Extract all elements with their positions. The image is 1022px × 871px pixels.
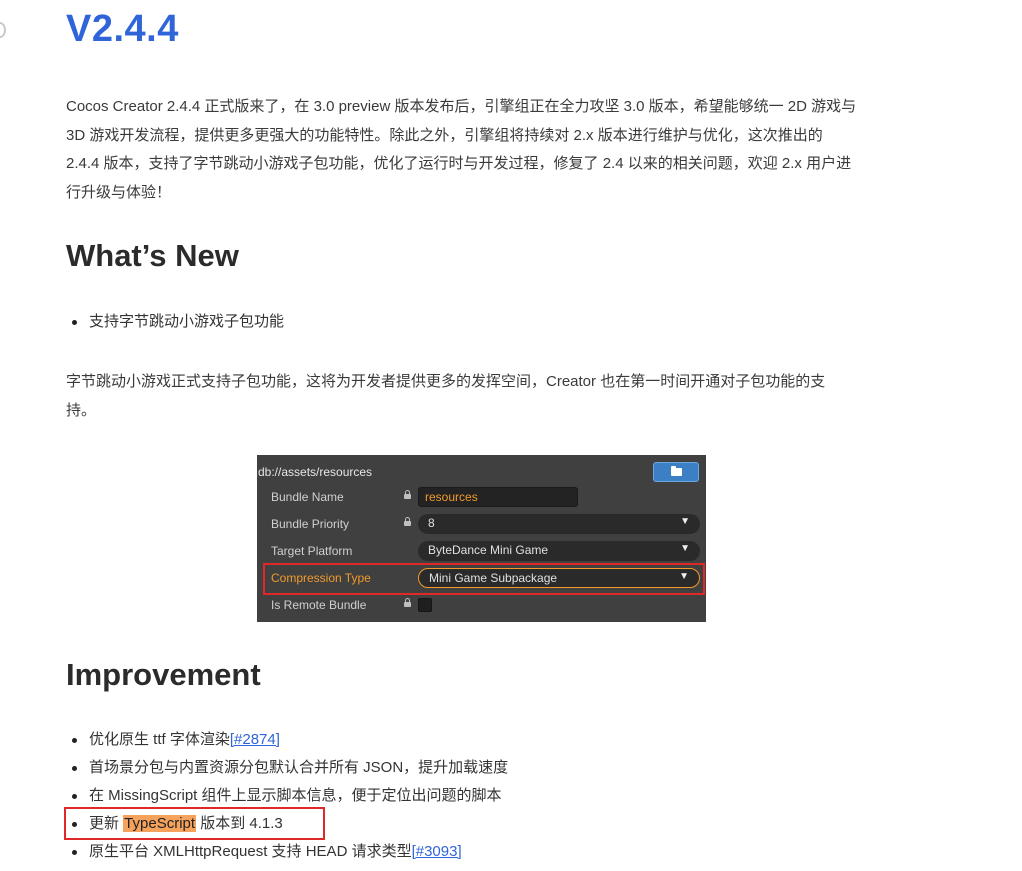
improvement-list: 优化原生 ttf 字体渲染[#2874] 首场景分包与内置资源分包默认合并所有 … (66, 726, 508, 866)
list-item: 支持字节跳动小游戏子包功能 (66, 308, 284, 336)
compression-type-select[interactable]: Mini Game Subpackage ▼ (418, 568, 700, 588)
select-value: ByteDance Mini Game (428, 543, 549, 557)
bundle-config-panel: db://assets/resources Bundle Name resour… (257, 455, 706, 622)
select-value: Mini Game Subpackage (429, 571, 558, 585)
row-bundle-priority: Bundle Priority 8 ▼ (257, 511, 706, 538)
target-platform-select[interactable]: ByteDance Mini Game ▼ (418, 541, 700, 561)
is-remote-bundle-label: Is Remote Bundle (271, 598, 367, 612)
whats-new-description: 字节跳动小游戏正式支持子包功能，这将为开发者提供更多的发挥空间，Creator … (66, 368, 825, 425)
compression-type-label: Compression Type (271, 571, 371, 585)
bundle-priority-select[interactable]: 8 ▼ (418, 514, 700, 534)
bundle-name-input[interactable]: resources (418, 487, 578, 507)
intro-paragraph: Cocos Creator 2.4.4 正式版来了，在 3.0 preview … (66, 93, 856, 207)
row-is-remote-bundle: Is Remote Bundle (257, 592, 706, 619)
item-text: 更新 (89, 815, 124, 832)
item-text: 原生平台 XMLHttpRequest 支持 HEAD 请求类型 (89, 843, 412, 860)
caret-down-icon: ▼ (679, 571, 689, 582)
list-item: 原生平台 XMLHttpRequest 支持 HEAD 请求类型[#3093] (66, 838, 508, 866)
issue-link[interactable]: [#2874] (230, 731, 280, 748)
improvement-heading: Improvement (66, 657, 261, 692)
target-platform-label: Target Platform (271, 544, 353, 558)
issue-link[interactable]: [#3093] (412, 843, 462, 860)
whats-new-heading: What’s New (66, 238, 239, 273)
page-title: V2.4.4 (66, 8, 179, 50)
intro-line: Cocos Creator 2.4.4 正式版来了，在 3.0 preview … (66, 98, 857, 115)
scroll-edge-icon (0, 22, 6, 38)
row-target-platform: Target Platform ByteDance Mini Game ▼ (257, 538, 706, 565)
intro-line: 3D 游戏开发流程，提供更多更强大的功能特性。除此之外，引擎组将持续对 2.x … (66, 126, 823, 144)
item-text: 版本到 4.1.3 (196, 815, 283, 832)
asset-path: db://assets/resources (258, 465, 373, 479)
row-compression-type: Compression Type Mini Game Subpackage ▼ (257, 565, 706, 592)
lock-icon (404, 598, 411, 607)
search-highlight: TypeScript (123, 815, 197, 832)
list-item: 在 MissingScript 组件上显示脚本信息，便于定位出问题的脚本 (66, 782, 508, 810)
list-item: 首场景分包与内置资源分包默认合并所有 JSON，提升加载速度 (66, 754, 508, 782)
lock-icon (404, 517, 411, 526)
bundle-priority-label: Bundle Priority (271, 517, 350, 531)
folder-icon (671, 466, 682, 476)
whats-new-list: 支持字节跳动小游戏子包功能 (66, 308, 284, 336)
intro-line: 2.4.4 版本，支持了字节跳动小游戏子包功能，优化了运行时与开发过程，修复了 … (66, 155, 852, 172)
select-value: 8 (428, 516, 435, 530)
list-item: 更新 TypeScript 版本到 4.1.3 (66, 810, 508, 838)
lock-icon (404, 490, 411, 499)
row-bundle-name: Bundle Name resources (257, 484, 706, 511)
item-text: 优化原生 ttf 字体渲染 (89, 731, 230, 748)
desc-line: 字节跳动小游戏正式支持子包功能，这将为开发者提供更多的发挥空间，Creator … (66, 373, 826, 390)
caret-down-icon: ▼ (680, 516, 690, 527)
open-folder-button[interactable] (653, 462, 699, 482)
desc-line: 持。 (66, 401, 97, 419)
caret-down-icon: ▼ (680, 543, 690, 554)
bundle-name-label: Bundle Name (271, 490, 344, 504)
intro-line: 行升级与体验！ (66, 183, 172, 201)
is-remote-bundle-checkbox[interactable] (418, 598, 432, 612)
list-item: 优化原生 ttf 字体渲染[#2874] (66, 726, 508, 754)
